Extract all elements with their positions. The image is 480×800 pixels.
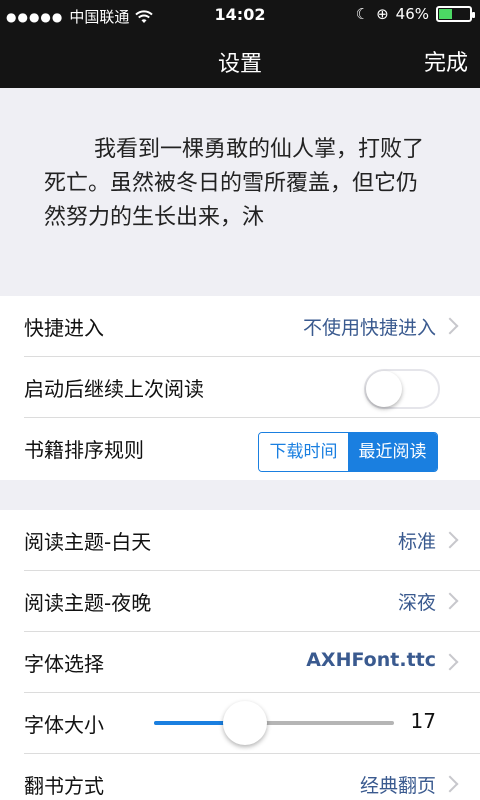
continue-reading-label: 启动后继续上次阅读 (24, 377, 204, 401)
theme-day-row[interactable]: 阅读主题-白天 标准 (24, 510, 480, 571)
done-button[interactable]: 完成 (424, 45, 468, 77)
font-select-value: AXHFont.ttc (306, 649, 436, 671)
chevron-right-icon (441, 592, 459, 610)
theme-day-value: 标准 (397, 531, 436, 553)
quick-entry-value: 不使用快捷进入 (302, 317, 436, 339)
quick-entry-label: 快捷进入 (24, 316, 104, 340)
continue-reading-row: 启动后继续上次阅读 (24, 357, 480, 418)
theme-night-label: 阅读主题-夜晚 (24, 591, 152, 615)
sort-rule-row: 书籍排序规则 下载时间 最近阅读 (24, 418, 480, 479)
chevron-right-icon (441, 317, 459, 335)
chevron-right-icon (441, 775, 459, 793)
page-turn-row[interactable]: 翻书方式 经典翻页 (24, 754, 480, 800)
chevron-right-icon (441, 653, 459, 671)
font-size-label: 字体大小 (24, 713, 104, 737)
toggle-knob (366, 371, 402, 407)
navigation-bar: 设置 完成 (0, 32, 480, 88)
battery-fill (439, 9, 453, 19)
font-select-label: 字体选择 (24, 652, 104, 676)
sort-by-download-time[interactable]: 下载时间 (259, 433, 348, 471)
page-turn-label: 翻书方式 (24, 774, 104, 798)
theme-day-label: 阅读主题-白天 (24, 530, 152, 554)
sort-by-recent-reading[interactable]: 最近阅读 (348, 433, 437, 471)
sort-rule-segmented-control: 下载时间 最近阅读 (258, 432, 438, 472)
battery-icon (436, 6, 475, 22)
status-bar: ●●●●● 中国联通 14:02 ☾ ⊕ 46% (0, 0, 480, 32)
continue-reading-toggle[interactable] (364, 369, 440, 409)
chevron-right-icon (441, 531, 459, 549)
theme-night-value: 深夜 (397, 592, 436, 614)
sort-rule-label: 书籍排序规则 (24, 438, 144, 462)
preview-text: 我看到一棵勇敢的仙人掌，打败了死亡。虽然被冬日的雪所覆盖，但它仍然努力的生长出来… (44, 137, 425, 230)
reading-preview: 我看到一棵勇敢的仙人掌，打败了死亡。虽然被冬日的雪所覆盖，但它仍然努力的生长出来… (0, 88, 480, 296)
settings-group-general: 快捷进入 不使用快捷进入 启动后继续上次阅读 书籍排序规则 下载时间 最近阅读 (0, 296, 480, 480)
theme-night-row[interactable]: 阅读主题-夜晚 深夜 (24, 571, 480, 632)
page-turn-value: 经典翻页 (359, 775, 436, 797)
quick-entry-row[interactable]: 快捷进入 不使用快捷进入 (24, 296, 480, 357)
rotation-lock-icon: ⊕ (376, 5, 389, 23)
font-size-slider[interactable] (154, 701, 394, 745)
font-size-value: 17 (410, 709, 436, 733)
battery-percent: 46% (395, 5, 429, 23)
font-select-row[interactable]: 字体选择 AXHFont.ttc (24, 632, 480, 693)
font-size-row: 字体大小 17 (24, 693, 480, 754)
moon-icon: ☾ (355, 5, 370, 23)
settings-group-reading: 阅读主题-白天 标准 阅读主题-夜晚 深夜 字体选择 AXHFont.ttc 字… (0, 510, 480, 800)
slider-thumb[interactable] (223, 701, 268, 745)
page-title: 设置 (217, 52, 262, 77)
status-right: ☾ ⊕ 46% (355, 5, 475, 23)
